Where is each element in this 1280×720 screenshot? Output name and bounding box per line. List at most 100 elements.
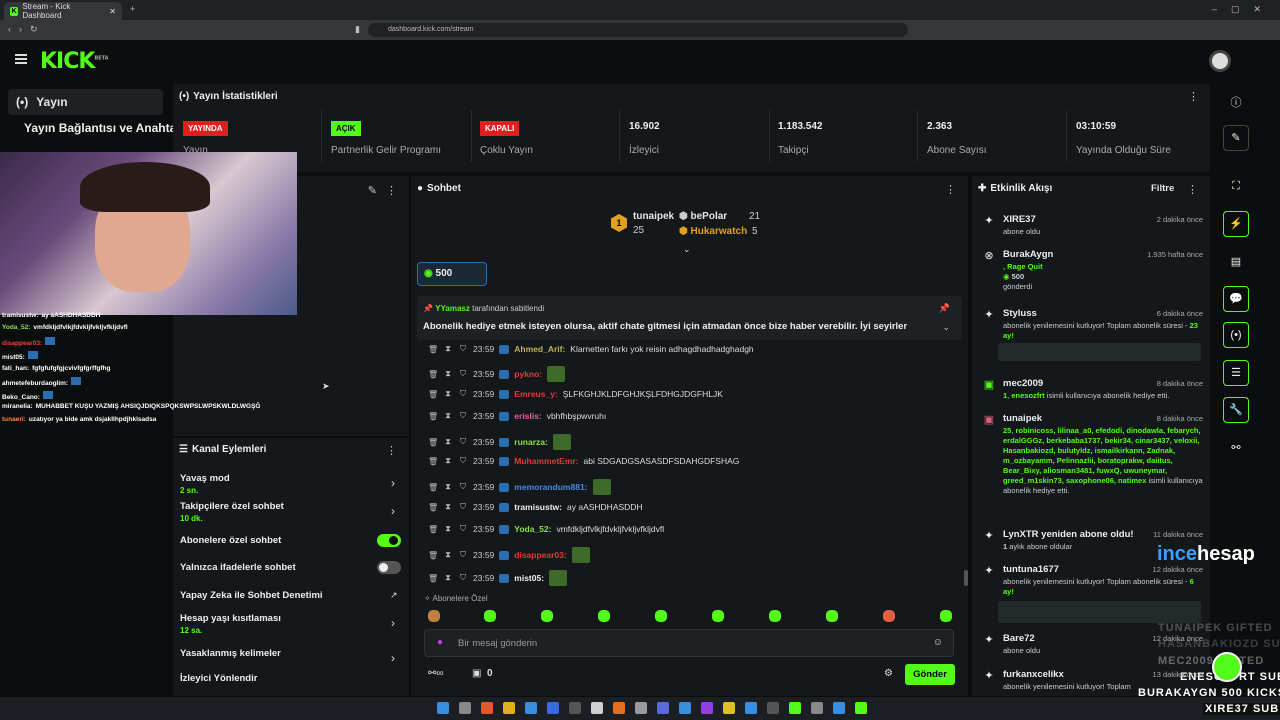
taskbar-app-icon[interactable] <box>481 702 493 714</box>
mod-tools-button[interactable]: 🔧 <box>1223 397 1249 423</box>
chevron-down-icon[interactable]: ⌄ <box>942 322 950 333</box>
timeout-icon[interactable]: ⧗ <box>443 573 453 583</box>
activity-item[interactable]: ✦ tuntuna1677 12 dakika önce abonelik yenil… <box>983 564 1203 596</box>
gift-icon[interactable]: ▣ <box>472 668 481 679</box>
ban-icon[interactable]: ⛉ <box>458 389 468 399</box>
activity-name[interactable]: BurakAygn <box>1003 249 1053 260</box>
trash-icon[interactable]: 🗑 <box>428 574 438 583</box>
trash-icon[interactable]: 🗑 <box>428 345 438 354</box>
new-tab-icon[interactable]: + <box>130 4 135 14</box>
leader-2-name[interactable]: ⬢ bePolar <box>679 211 727 222</box>
activity-name[interactable]: tunaipek <box>1003 413 1042 424</box>
taskbar-app-icon[interactable] <box>547 702 559 714</box>
taskbar-app-icon[interactable] <box>569 702 581 714</box>
activity-item[interactable]: ▣ tunaipek 8 dakika önce 25, robinicoss, li… <box>983 413 1203 495</box>
channel-action-label[interactable]: Hesap yaşı kısıtlaması <box>180 613 281 624</box>
kicks-goal[interactable]: ◉ 500 <box>417 262 487 286</box>
pinned-message[interactable]: 📌 YYamasz tarafından sabitlendi Abonelik… <box>417 296 962 340</box>
channel-action-label[interactable]: İzleyici Yönlendir <box>180 673 257 684</box>
menu-icon[interactable] <box>15 54 27 64</box>
info-icon[interactable]: ⓘ <box>1228 94 1244 110</box>
activity-item[interactable]: ⊗ BurakAygn 1.935 hafta önce , Rage Quit ◉ 5… <box>983 249 1203 291</box>
emote-icon[interactable] <box>598 610 610 622</box>
trash-icon[interactable]: 🗑 <box>428 390 438 399</box>
timeout-icon[interactable]: ⧗ <box>443 524 453 534</box>
taskbar-app-icon[interactable] <box>635 702 647 714</box>
chat-scrollbar[interactable] <box>964 570 968 586</box>
timeout-icon[interactable]: ⧗ <box>443 369 453 379</box>
ban-icon[interactable]: ⛉ <box>458 456 468 466</box>
ban-icon[interactable]: ⛉ <box>458 411 468 421</box>
more-icon[interactable]: ⋮ <box>1187 183 1198 196</box>
chat-input[interactable]: ● Bir mesaj gönderin ☺ <box>424 629 954 657</box>
activity-name[interactable]: Bare72 <box>1003 633 1035 644</box>
ban-icon[interactable]: ⛉ <box>458 573 468 583</box>
activity-item[interactable]: ✦ Styluss 6 dakika önce abonelik yenilemesi… <box>983 308 1203 340</box>
taskbar-app-icon[interactable] <box>723 702 735 714</box>
activity-item[interactable]: ✦ furkanxcelikx 13 dakika önce abonelik yen… <box>983 669 1203 691</box>
emote-icon[interactable] <box>428 610 440 622</box>
message-user[interactable]: tramisustw: <box>514 502 562 512</box>
timeout-icon[interactable]: ⧗ <box>443 437 453 447</box>
leader-3-name[interactable]: ⬢ Hukarwatch <box>679 226 747 237</box>
message-user[interactable]: Yoda_52: <box>514 524 551 534</box>
chevron-right-icon[interactable]: › <box>391 616 395 630</box>
mic-icon[interactable]: ● <box>437 637 443 648</box>
activity-item[interactable]: ✦ Bare72 12 dakika önce abone oldu <box>983 633 1203 655</box>
ban-icon[interactable]: ⛉ <box>458 482 468 492</box>
more-icon[interactable]: ⋮ <box>386 184 397 197</box>
message-user[interactable]: mist05: <box>514 573 544 583</box>
message-user[interactable]: runarza: <box>514 437 548 447</box>
ban-icon[interactable]: ⛉ <box>458 437 468 447</box>
activity-name[interactable]: LynXTR yeniden abone oldu! <box>1003 529 1134 540</box>
message-user[interactable]: MuhammetEmr: <box>514 456 578 466</box>
timeout-icon[interactable]: ⧗ <box>443 502 453 512</box>
channel-action-label[interactable]: Yalnızca ifadelerle sohbet <box>180 562 296 573</box>
channel-actions-button[interactable]: ☰ <box>1223 360 1249 386</box>
filter-button[interactable]: Filtre <box>1151 183 1174 194</box>
emote-icon[interactable] <box>826 610 838 622</box>
share-icon[interactable]: ⚯ <box>1228 441 1244 454</box>
edit-icon[interactable]: ✎ <box>368 184 377 197</box>
edit-layout-button[interactable]: ✎ <box>1223 125 1249 151</box>
message-user[interactable]: memorandum881: <box>514 482 587 492</box>
taskbar-app-icon[interactable] <box>811 702 823 714</box>
emote-icon[interactable] <box>769 610 781 622</box>
ban-icon[interactable]: ⛉ <box>458 344 468 354</box>
toggle-on[interactable] <box>377 534 401 547</box>
taskbar-app-icon[interactable] <box>657 702 669 714</box>
leader-1-name[interactable]: tunaipek <box>633 211 674 222</box>
taskbar-app-icon[interactable] <box>745 702 757 714</box>
settings-icon[interactable]: ⚙ <box>884 668 893 679</box>
activity-name[interactable]: Styluss <box>1003 308 1037 319</box>
taskbar-app-icon[interactable] <box>701 702 713 714</box>
taskbar-app-icon[interactable] <box>679 702 691 714</box>
taskbar-app-icon[interactable] <box>591 702 603 714</box>
ban-icon[interactable]: ⛉ <box>458 550 468 560</box>
message-user[interactable]: Ahmed_Arif: <box>514 344 565 354</box>
trash-icon[interactable]: 🗑 <box>428 503 438 512</box>
chevron-right-icon[interactable]: › <box>391 504 395 518</box>
send-button[interactable]: Gönder <box>905 664 955 685</box>
trash-icon[interactable]: 🗑 <box>428 483 438 492</box>
trash-icon[interactable]: 🗑 <box>428 525 438 534</box>
trash-icon[interactable]: 🗑 <box>428 412 438 421</box>
channel-action-label[interactable]: Yapay Zeka ile Sohbet Denetimi <box>180 590 323 601</box>
taskbar-app-icon[interactable] <box>767 702 779 714</box>
activity-name[interactable]: tuntuna1677 <box>1003 564 1059 575</box>
browser-tab[interactable]: K Stream - Kick Dashboard ✕ <box>4 2 122 20</box>
channel-action-label[interactable]: Yavaş mod <box>180 473 230 484</box>
expand-icon[interactable]: ⌄ <box>683 244 691 255</box>
activity-item[interactable]: ▣ mec2009 8 dakika önce 1, enesozfrt isimli… <box>983 378 1203 400</box>
timeout-icon[interactable]: ⧗ <box>443 389 453 399</box>
window-controls[interactable]: –▢✕ <box>1212 4 1275 15</box>
more-icon[interactable]: ⋮ <box>1188 90 1199 103</box>
channel-action-label[interactable]: Takipçilere özel sohbet <box>180 501 284 512</box>
ban-icon[interactable]: ⛉ <box>458 502 468 512</box>
expand-icon[interactable]: ⛶ <box>1228 180 1244 193</box>
chevron-right-icon[interactable]: › <box>391 651 395 665</box>
more-icon[interactable]: ⋮ <box>386 444 397 457</box>
emote-icon[interactable] <box>712 610 724 622</box>
trash-icon[interactable]: 🗑 <box>428 438 438 447</box>
nav-item-stream-key[interactable]: Yayın Bağlantısı ve Anahtarı <box>24 121 184 135</box>
